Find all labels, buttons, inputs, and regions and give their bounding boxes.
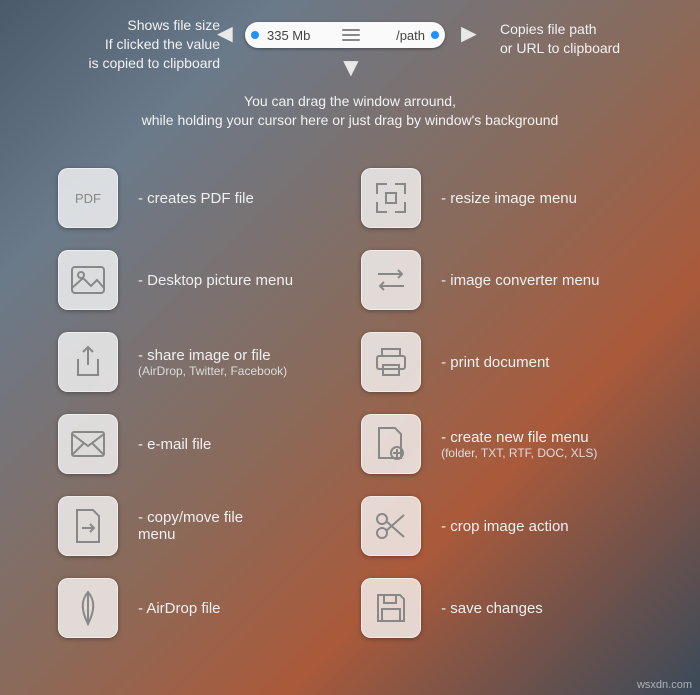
file-size-label[interactable]: 335 Mb <box>265 28 310 43</box>
anno-drag: You can drag the window arround, while h… <box>60 92 640 130</box>
feature-copy-move: - copy/move file menu <box>58 496 293 556</box>
copymove-icon[interactable] <box>58 496 118 556</box>
dot-right-icon <box>431 31 439 39</box>
feature-save: - save changes <box>361 578 599 638</box>
print-icon[interactable] <box>361 332 421 392</box>
feature-label: - AirDrop file <box>138 600 221 617</box>
anno-file-size: Shows file size If clicked the value is … <box>20 16 220 73</box>
arrow-down-icon: ▼ <box>338 54 364 80</box>
feature-label: - Desktop picture menu <box>138 272 293 289</box>
left-column: PDF - creates PDF file - Desktop picture… <box>58 168 293 638</box>
feature-airdrop: - AirDrop file <box>58 578 293 638</box>
anno-file-path: Copies file path or URL to clipboard <box>500 20 680 58</box>
feature-print: - print document <box>361 332 599 392</box>
share-icon[interactable] <box>58 332 118 392</box>
feature-label-main: - create new file menu <box>441 429 589 446</box>
feature-label: - creates PDF file <box>138 190 254 207</box>
picture-icon[interactable] <box>58 250 118 310</box>
newfile-icon[interactable] <box>361 414 421 474</box>
feature-convert: - image converter menu <box>361 250 599 310</box>
feature-label: - crop image action <box>441 518 569 535</box>
convert-icon[interactable] <box>361 250 421 310</box>
top-toolbar: 335 Mb /path <box>245 22 445 48</box>
feature-new-file: - create new file menu (folder, TXT, RTF… <box>361 414 599 474</box>
feature-label: - resize image menu <box>441 190 577 207</box>
dot-left-icon <box>251 31 259 39</box>
email-icon[interactable] <box>58 414 118 474</box>
resize-icon[interactable] <box>361 168 421 228</box>
feature-resize: - resize image menu <box>361 168 599 228</box>
feature-share: - share image or file (AirDrop, Twitter,… <box>58 332 293 392</box>
drag-handle-icon[interactable] <box>310 29 392 41</box>
arrow-right-icon: ► <box>456 20 482 46</box>
feature-label-sub: (AirDrop, Twitter, Facebook) <box>138 364 287 378</box>
feature-crop: - crop image action <box>361 496 599 556</box>
file-path-label[interactable]: /path <box>392 28 425 43</box>
feature-pdf: PDF - creates PDF file <box>58 168 293 228</box>
features-grid: PDF - creates PDF file - Desktop picture… <box>58 168 670 638</box>
crop-icon[interactable] <box>361 496 421 556</box>
feature-label: - copy/move file menu <box>138 509 243 543</box>
feature-label: - print document <box>441 354 549 371</box>
save-icon[interactable] <box>361 578 421 638</box>
right-column: - resize image menu - image converter me… <box>361 168 599 638</box>
feature-label: - image converter menu <box>441 272 599 289</box>
watermark: wsxdn.com <box>637 679 692 691</box>
feature-label-main: - share image or file <box>138 347 271 364</box>
pdf-icon[interactable]: PDF <box>58 168 118 228</box>
airdrop-icon[interactable] <box>58 578 118 638</box>
feature-desktop-picture: - Desktop picture menu <box>58 250 293 310</box>
feature-label: - share image or file (AirDrop, Twitter,… <box>138 347 287 378</box>
feature-label: - create new file menu (folder, TXT, RTF… <box>441 429 597 460</box>
feature-label-sub: (folder, TXT, RTF, DOC, XLS) <box>441 446 597 460</box>
feature-email: - e-mail file <box>58 414 293 474</box>
feature-label: - save changes <box>441 600 543 617</box>
feature-label: - e-mail file <box>138 436 211 453</box>
